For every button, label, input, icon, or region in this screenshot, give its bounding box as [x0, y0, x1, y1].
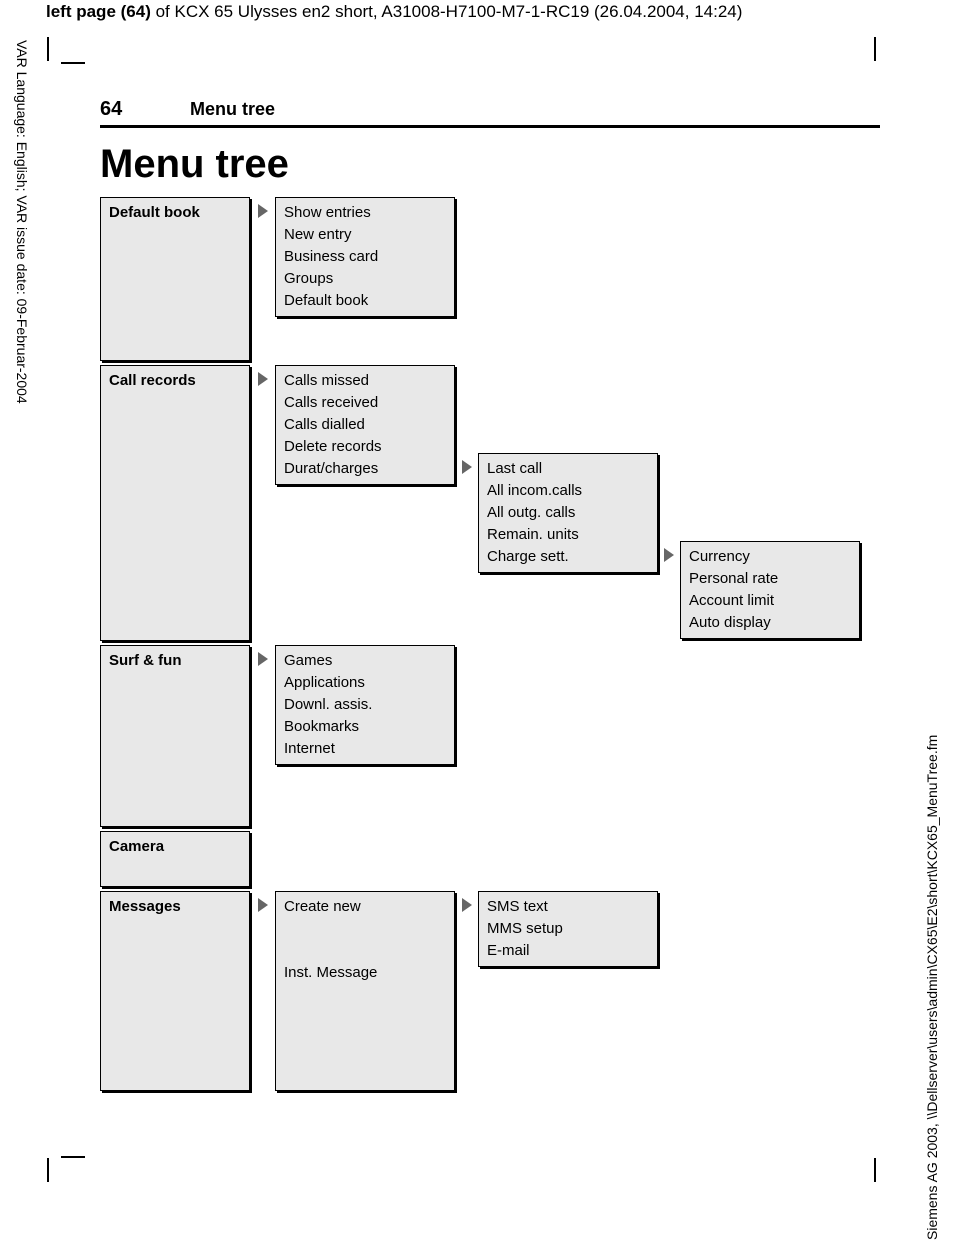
list-item: Durat/charges — [284, 458, 446, 480]
menu-default-book: Default book — [100, 197, 250, 361]
menu-label: Call records — [109, 370, 241, 392]
list-item: Account limit — [689, 590, 851, 612]
list-item: Last call — [487, 458, 649, 480]
page-label: left page (64) — [46, 2, 151, 21]
list-item: Charge sett. — [487, 546, 649, 568]
list-item: Games — [284, 650, 446, 672]
list-item: Bookmarks — [284, 716, 446, 738]
list-item: Auto display — [689, 612, 851, 634]
chevron-right-icon — [462, 460, 472, 474]
list-item: All outg. calls — [487, 502, 649, 524]
chevron-right-icon — [462, 898, 472, 912]
list-item: MMS setup — [487, 918, 649, 940]
list-item: All incom.calls — [487, 480, 649, 502]
list-item: Delete records — [284, 436, 446, 458]
crop-mark — [47, 1158, 49, 1182]
list-item: New entry — [284, 224, 446, 246]
submenu-surf-fun: Games Applications Downl. assis. Bookmar… — [275, 645, 455, 765]
list-item: Show entries — [284, 202, 446, 224]
menu-tree: Default book Show entries New entry Busi… — [100, 197, 880, 1117]
menu-label: Default book — [109, 202, 241, 224]
page-content: 64 Menu tree Menu tree Default book Show… — [100, 98, 880, 1117]
crop-mark — [874, 1158, 876, 1182]
page-number: 64 — [100, 98, 190, 121]
list-item: Calls missed — [284, 370, 446, 392]
doc-header: left page (64) of KCX 65 Ulysses en2 sho… — [46, 2, 742, 22]
submenu-durat-charges: Last call All incom.calls All outg. call… — [478, 453, 658, 573]
list-item: Currency — [689, 546, 851, 568]
submenu-create-new: SMS text MMS setup E-mail — [478, 891, 658, 967]
list-item: E-mail — [487, 940, 649, 962]
chevron-right-icon — [258, 898, 268, 912]
menu-label: Surf & fun — [109, 650, 241, 672]
running-head: 64 Menu tree — [100, 98, 880, 128]
menu-messages: Messages — [100, 891, 250, 1091]
list-item: Create new — [284, 896, 446, 918]
crop-mark — [61, 1156, 85, 1158]
page-title: Menu tree — [100, 142, 880, 187]
list-item: Downl. assis. — [284, 694, 446, 716]
right-margin-text: Siemens AG 2003, \\Dellserver\users\admi… — [924, 560, 946, 1240]
chevron-right-icon — [258, 372, 268, 386]
chevron-right-icon — [664, 548, 674, 562]
doc-title: of KCX 65 Ulysses en2 short, A31008-H710… — [151, 2, 743, 21]
spacer — [284, 918, 446, 962]
list-item: Calls dialled — [284, 414, 446, 436]
list-item: Personal rate — [689, 568, 851, 590]
left-margin-text: VAR Language: English; VAR issue date: 0… — [8, 40, 30, 540]
menu-camera: Camera — [100, 831, 250, 887]
crop-mark — [874, 37, 876, 61]
submenu-messages: Create new Inst. Message — [275, 891, 455, 1091]
menu-call-records: Call records — [100, 365, 250, 641]
menu-label: Camera — [109, 836, 241, 858]
submenu-charge-sett: Currency Personal rate Account limit Aut… — [680, 541, 860, 639]
section-name: Menu tree — [190, 99, 275, 120]
menu-surf-fun: Surf & fun — [100, 645, 250, 827]
list-item: Applications — [284, 672, 446, 694]
list-item: Business card — [284, 246, 446, 268]
menu-label: Messages — [109, 896, 241, 918]
list-item: Remain. units — [487, 524, 649, 546]
chevron-right-icon — [258, 204, 268, 218]
list-item: Internet — [284, 738, 446, 760]
list-item: Calls received — [284, 392, 446, 414]
crop-mark — [47, 37, 49, 61]
list-item: SMS text — [487, 896, 649, 918]
submenu-call-records: Calls missed Calls received Calls dialle… — [275, 365, 455, 485]
chevron-right-icon — [258, 652, 268, 666]
submenu-default-book: Show entries New entry Business card Gro… — [275, 197, 455, 317]
list-item: Inst. Message — [284, 962, 446, 984]
crop-mark — [61, 62, 85, 64]
list-item: Groups — [284, 268, 446, 290]
list-item: Default book — [284, 290, 446, 312]
